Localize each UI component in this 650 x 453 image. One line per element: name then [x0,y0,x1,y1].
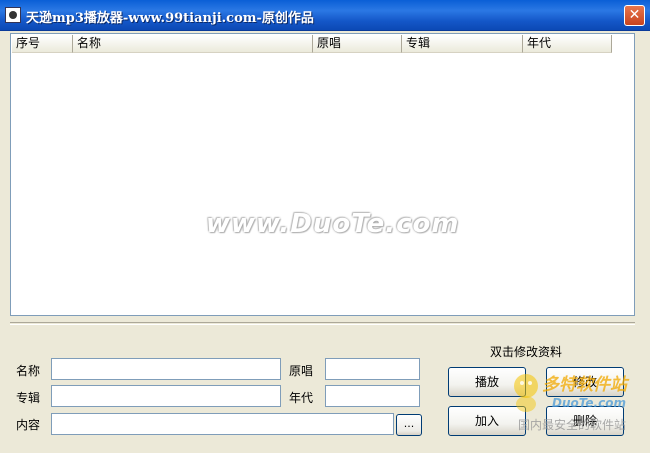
name-input[interactable] [51,358,281,380]
singer-label: 原唱 [289,364,314,378]
album-input[interactable] [51,385,281,407]
column-header-album[interactable]: 专辑 [402,35,523,53]
app-icon [5,7,21,23]
add-button[interactable]: 加入 [448,406,526,436]
delete-button[interactable]: 删除 [546,406,624,436]
window-title: 天逊mp3播放器-www.99tianji.com-原创作品 [26,11,314,26]
browse-button[interactable]: ... [396,414,422,436]
year-input[interactable] [325,385,420,407]
edit-hint: 双击修改资料 [490,345,563,359]
singer-input[interactable] [325,358,420,380]
watermark-text: www.DuoTe.com [206,209,460,239]
column-header-index[interactable]: 序号 [12,35,73,53]
close-button[interactable]: ✕ [624,5,645,26]
play-button[interactable]: 播放 [448,367,526,397]
column-header-year[interactable]: 年代 [523,35,612,53]
column-header-name[interactable]: 名称 [73,35,313,53]
separator [10,322,635,325]
modify-button[interactable]: 修改 [546,367,624,397]
song-list[interactable]: 序号 名称 原唱 专辑 年代 www.DuoTe.com [10,33,635,316]
content-input[interactable] [51,413,394,435]
content-label: 内容 [16,418,41,432]
year-label: 年代 [289,391,314,405]
title-bar[interactable]: 天逊mp3播放器-www.99tianji.com-原创作品 ✕ [0,0,650,31]
list-header: 序号 名称 原唱 专辑 年代 [12,35,612,53]
name-label: 名称 [16,364,41,378]
album-label: 专辑 [16,391,41,405]
column-header-singer[interactable]: 原唱 [313,35,402,53]
